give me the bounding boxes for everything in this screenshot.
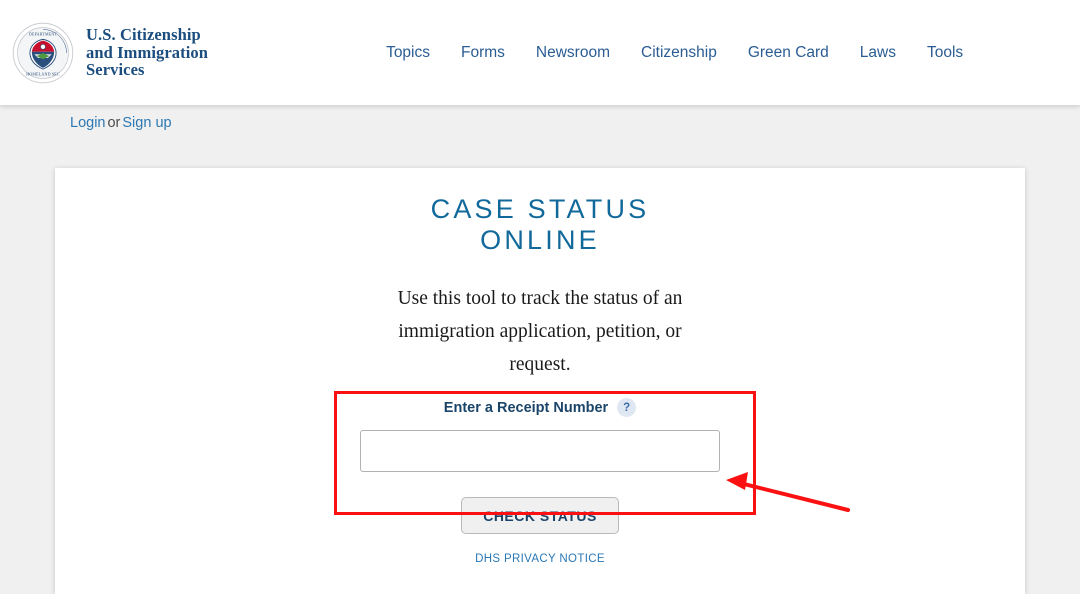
page-title-line-1: CASE STATUS	[430, 194, 650, 224]
receipt-number-label-row: Enter a Receipt Number ?	[443, 398, 637, 417]
nav-item-green-card[interactable]: Green Card	[748, 44, 829, 62]
nav-item-tools[interactable]: Tools	[927, 44, 963, 62]
page-title: CASE STATUS ONLINE	[55, 194, 1025, 256]
brand-line-1: U.S. Citizenship	[86, 25, 201, 45]
nav-item-newsroom[interactable]: Newsroom	[536, 44, 610, 62]
svg-text:HOMELAND SEC: HOMELAND SEC	[26, 71, 60, 76]
login-link[interactable]: Login	[70, 115, 105, 131]
account-bar: Login or Sign up	[70, 115, 172, 131]
site-header: DEPARTMENT HOMELAND SEC U.S. Citizenship…	[0, 0, 1080, 105]
page-title-line-2: ONLINE	[480, 225, 600, 255]
question-mark-icon[interactable]: ?	[617, 398, 637, 417]
receipt-number-input[interactable]	[360, 430, 720, 472]
main-navigation: Topics Forms Newsroom Citizenship Green …	[386, 44, 963, 62]
brand-line-3: Services	[86, 60, 145, 80]
page-description: Use this tool to track the status of an …	[397, 288, 683, 375]
case-status-form: Enter a Receipt Number ? CHECK STATUS DH…	[55, 398, 1025, 565]
brand-line-2: and Immigration	[86, 42, 209, 62]
svg-text:DEPARTMENT: DEPARTMENT	[29, 31, 58, 36]
receipt-number-label: Enter a Receipt Number	[443, 399, 609, 416]
dhs-privacy-notice-link[interactable]: DHS PRIVACY NOTICE	[55, 553, 1025, 565]
nav-item-citizenship[interactable]: Citizenship	[641, 44, 717, 62]
nav-item-forms[interactable]: Forms	[461, 44, 505, 62]
brand-wordmark: U.S. Citizenship and Immigration Service…	[86, 26, 208, 79]
dhs-seal-icon: DEPARTMENT HOMELAND SEC	[12, 22, 74, 83]
nav-item-topics[interactable]: Topics	[386, 44, 430, 62]
signup-link[interactable]: Sign up	[122, 115, 171, 131]
brand-logo[interactable]: DEPARTMENT HOMELAND SEC U.S. Citizenship…	[12, 22, 208, 84]
check-status-button[interactable]: CHECK STATUS	[461, 497, 619, 534]
account-separator: or	[107, 115, 121, 131]
case-status-card: CASE STATUS ONLINE Use this tool to trac…	[55, 168, 1025, 594]
nav-item-laws[interactable]: Laws	[860, 44, 896, 62]
